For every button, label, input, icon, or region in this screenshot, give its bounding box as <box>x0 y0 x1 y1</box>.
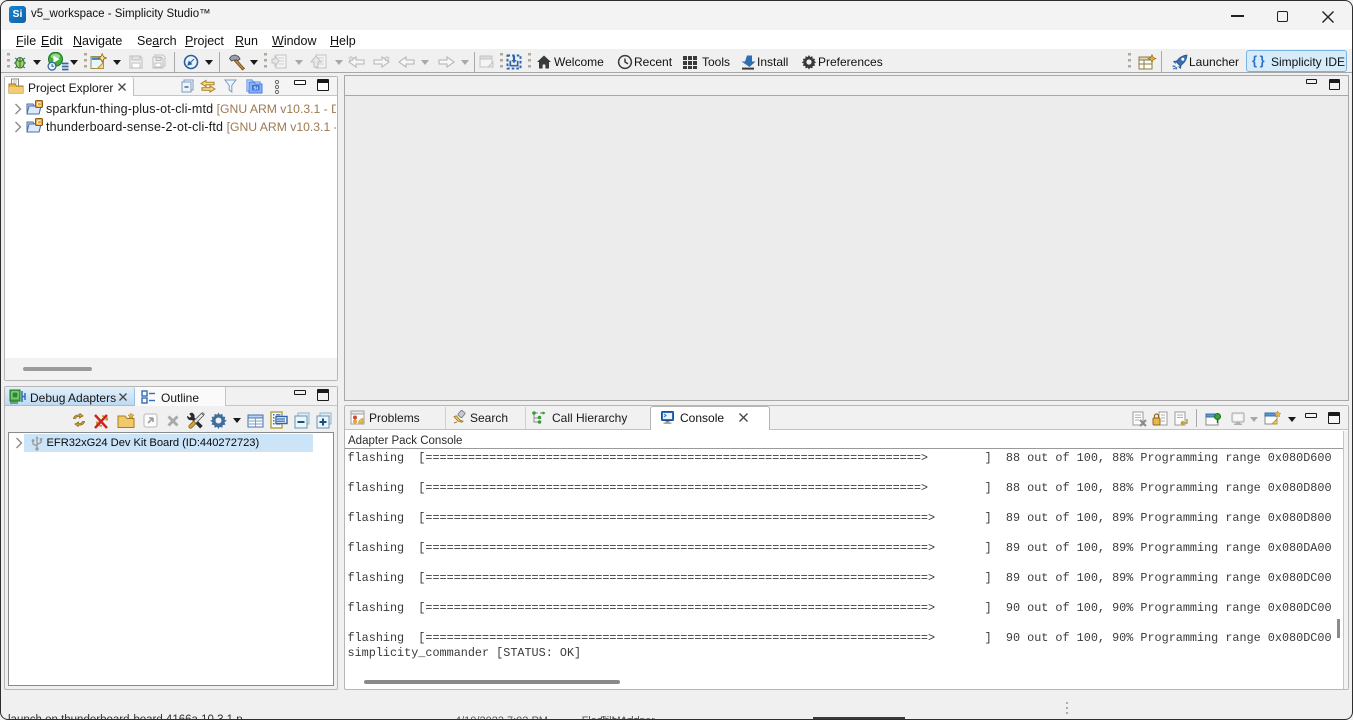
svg-text:C: C <box>37 101 42 108</box>
svg-text:Si: Si <box>253 86 258 92</box>
svg-text:C: C <box>37 119 42 126</box>
